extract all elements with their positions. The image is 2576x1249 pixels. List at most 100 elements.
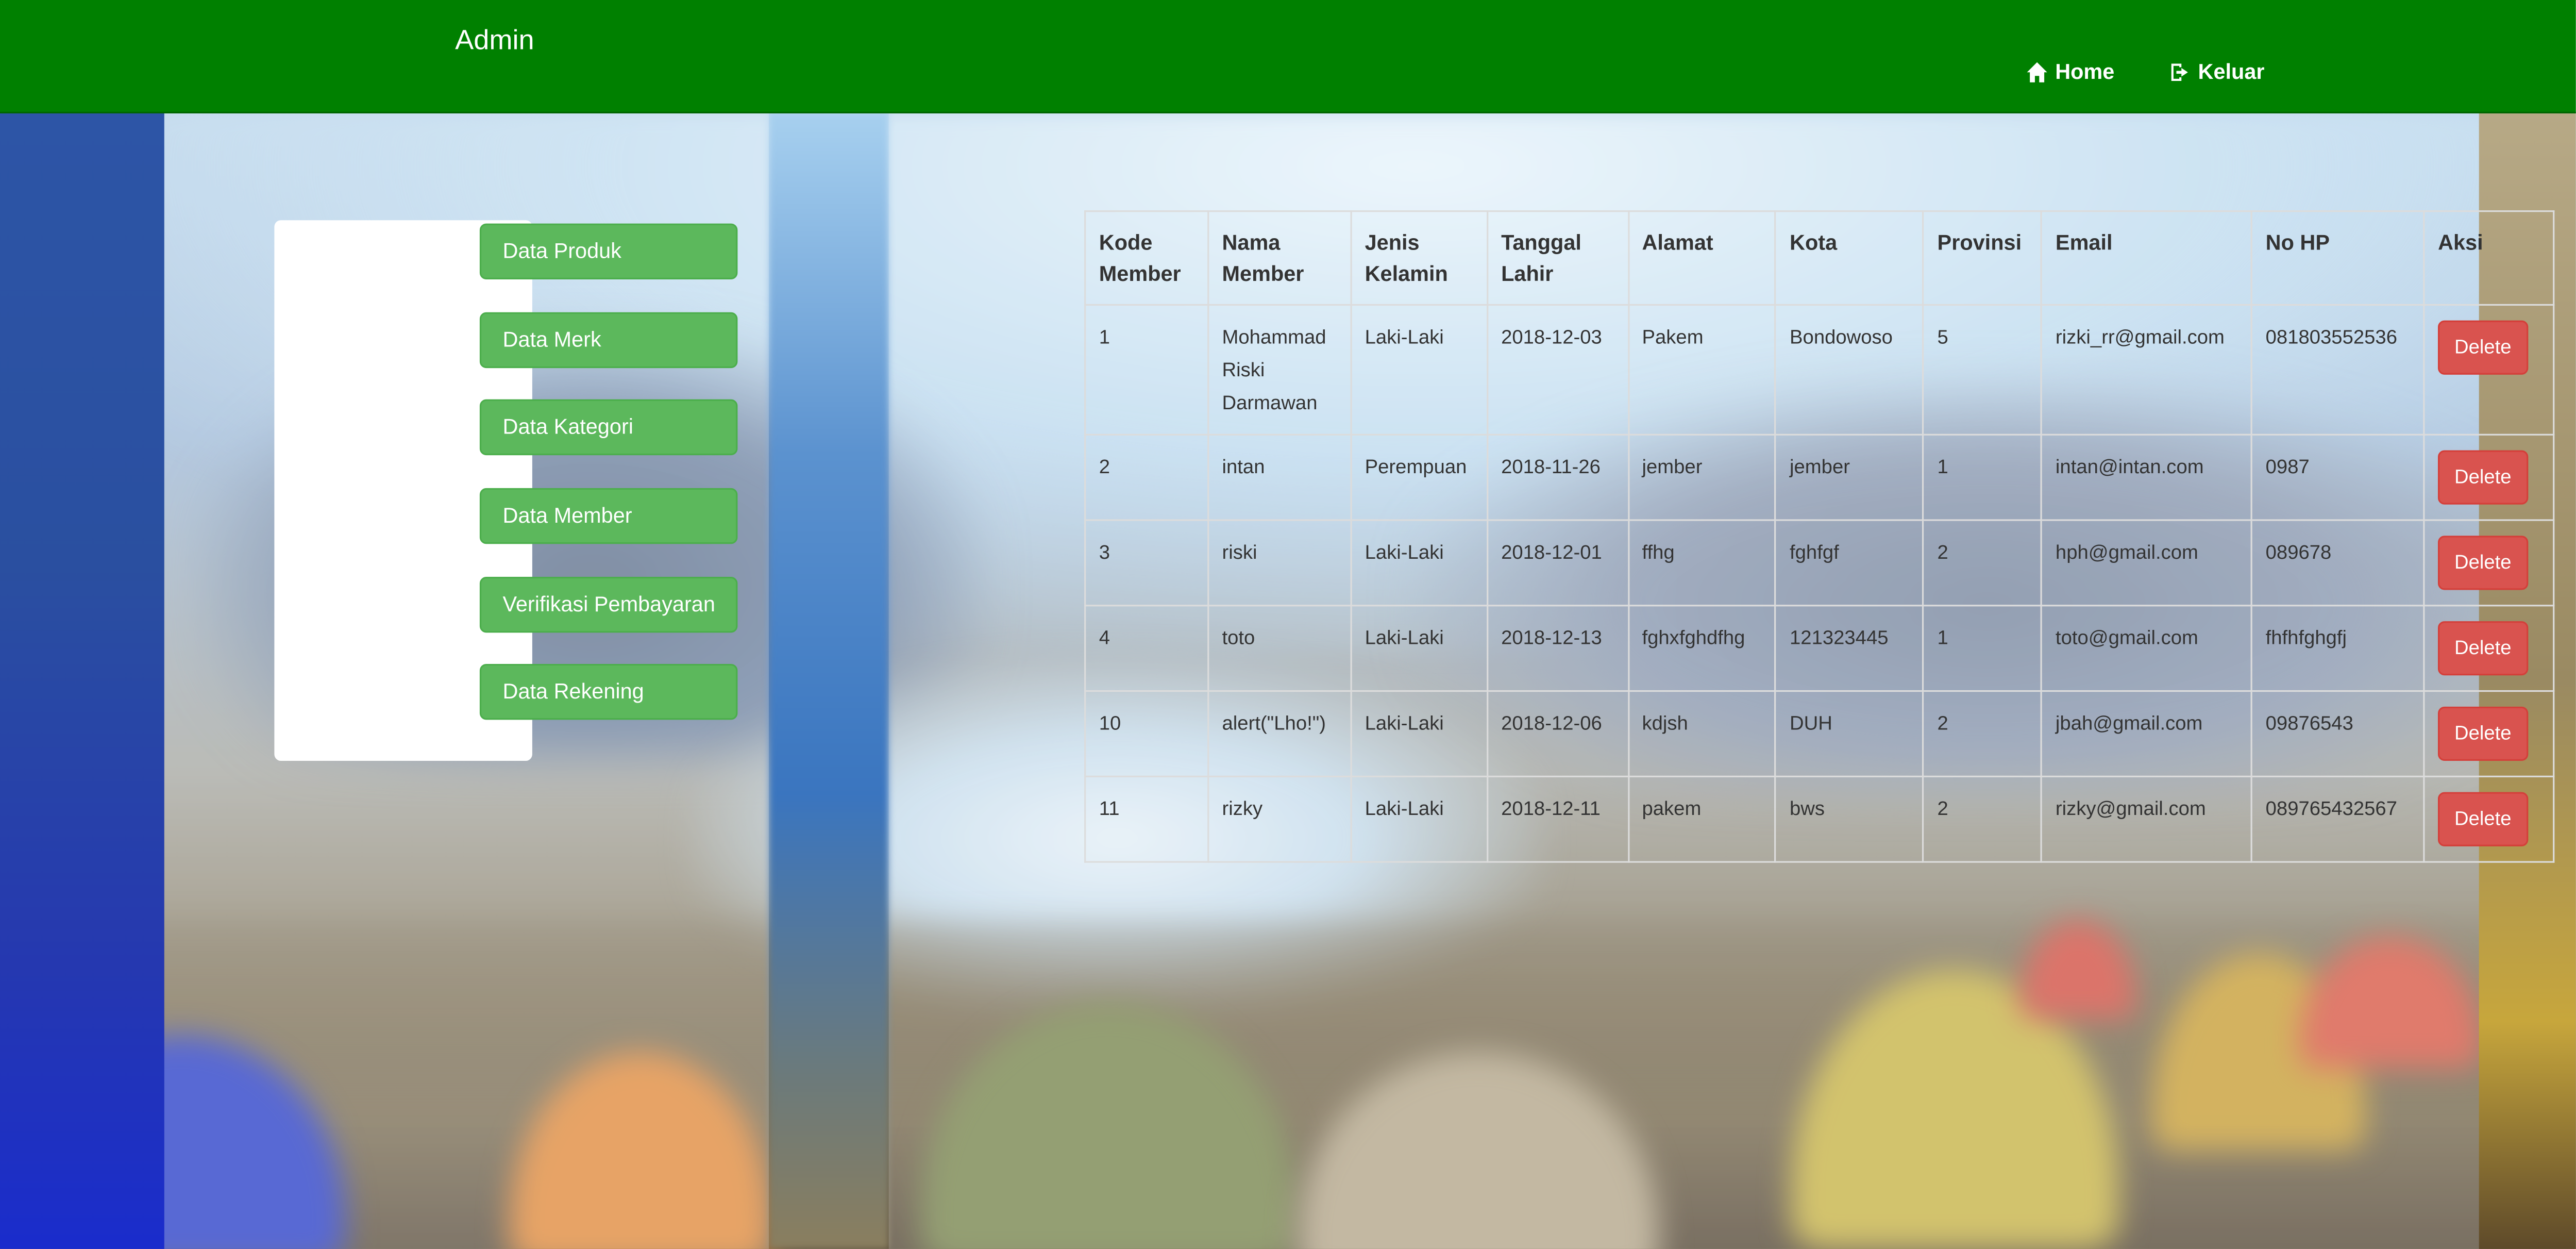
table-row: 2 intan Perempuan 2018-11-26 jember jemb… — [1084, 434, 2555, 521]
delete-button[interactable]: Delete — [2438, 320, 2528, 375]
cell-provinsi: 5 — [1922, 304, 2043, 436]
sidebar-item-data-merk[interactable]: Data Merk — [479, 312, 738, 369]
app-root: Admin Home Keluar Data Produk Data Merk … — [0, 0, 2576, 1249]
column-header: Kode Member — [1084, 210, 1209, 306]
cell-kota: jember — [1775, 434, 1925, 521]
table-header-row: Kode Member Nama Member Jenis Kelamin Ta… — [1084, 210, 2555, 306]
cell-tanggal-lahir: 2018-11-26 — [1486, 434, 1629, 521]
column-header: Email — [2041, 210, 2253, 306]
cell-alamat: fghxfghdfhg — [1627, 605, 1777, 692]
cell-kode: 2 — [1084, 434, 1209, 521]
top-navbar: Admin Home Keluar — [0, 0, 2576, 113]
cell-kode: 3 — [1084, 519, 1209, 607]
delete-button[interactable]: Delete — [2438, 536, 2528, 590]
cell-tanggal-lahir: 2018-12-13 — [1486, 605, 1629, 692]
column-header: No HP — [2250, 210, 2425, 306]
cell-kode: 10 — [1084, 690, 1209, 777]
table-row: 11 rizky Laki-Laki 2018-12-11 pakem bws … — [1084, 775, 2555, 863]
cell-nama: toto — [1207, 605, 1352, 692]
cell-aksi: Delete — [2423, 519, 2555, 607]
sidebar-item-data-rekening[interactable]: Data Rekening — [479, 663, 738, 720]
cell-provinsi: 1 — [1922, 434, 2043, 521]
column-header: Tanggal Lahir — [1486, 210, 1629, 306]
nav-logout-link[interactable]: Keluar — [2168, 59, 2265, 84]
column-header: Alamat — [1627, 210, 1777, 306]
column-header: Kota — [1775, 210, 1925, 306]
sidebar-item-verifikasi-pembayaran[interactable]: Verifikasi Pembayaran — [479, 576, 738, 633]
delete-button[interactable]: Delete — [2438, 621, 2528, 676]
cell-provinsi: 2 — [1922, 690, 2043, 777]
table-row: 4 toto Laki-Laki 2018-12-13 fghxfghdfhg … — [1084, 605, 2555, 692]
background-strip-middle — [768, 111, 889, 1249]
cell-alamat: Pakem — [1627, 304, 1777, 436]
cell-nama: rizky — [1207, 775, 1352, 863]
table-row: 10 alert("Lho!") Laki-Laki 2018-12-06 kd… — [1084, 690, 2555, 777]
cell-no-hp: 0987 — [2250, 434, 2425, 521]
cell-aksi: Delete — [2423, 434, 2555, 521]
nav-home-label: Home — [2055, 59, 2115, 84]
cell-alamat: ffhg — [1627, 519, 1777, 607]
cell-aksi: Delete — [2423, 605, 2555, 692]
table-row: 3 riski Laki-Laki 2018-12-01 ffhg fghfgf… — [1084, 519, 2555, 607]
cell-jenis-kelamin: Perempuan — [1350, 434, 1488, 521]
cell-provinsi: 1 — [1922, 605, 2043, 692]
cell-nama: intan — [1207, 434, 1352, 521]
cell-kode: 1 — [1084, 304, 1209, 436]
cell-provinsi: 2 — [1922, 775, 2043, 863]
cell-nama: riski — [1207, 519, 1352, 607]
cell-alamat: pakem — [1627, 775, 1777, 863]
logout-icon — [2171, 62, 2188, 80]
sidebar-item-data-produk[interactable]: Data Produk — [479, 223, 738, 279]
column-header: Provinsi — [1922, 210, 2043, 306]
column-header: Jenis Kelamin — [1350, 210, 1488, 306]
background-strip-left — [0, 111, 164, 1249]
cell-no-hp: 09876543 — [2250, 690, 2425, 777]
table-row: 1 Mohammad Riski Darmawan Laki-Laki 2018… — [1084, 304, 2555, 436]
cell-jenis-kelamin: Laki-Laki — [1350, 304, 1488, 436]
cell-email: toto@gmail.com — [2041, 605, 2253, 692]
cell-tanggal-lahir: 2018-12-01 — [1486, 519, 1629, 607]
cell-tanggal-lahir: 2018-12-11 — [1486, 775, 1629, 863]
cell-jenis-kelamin: Laki-Laki — [1350, 605, 1488, 692]
cell-kota: fghfgf — [1775, 519, 1925, 607]
cell-kode: 4 — [1084, 605, 1209, 692]
sidebar-item-data-kategori[interactable]: Data Kategori — [479, 399, 738, 456]
column-header: Aksi — [2423, 210, 2555, 306]
cell-no-hp: 089678 — [2250, 519, 2425, 607]
cell-kota: DUH — [1775, 690, 1925, 777]
cell-kota: Bondowoso — [1775, 304, 1925, 436]
home-icon — [2027, 61, 2047, 82]
cell-aksi: Delete — [2423, 775, 2555, 863]
cell-email: jbah@gmail.com — [2041, 690, 2253, 777]
cell-alamat: jember — [1627, 434, 1777, 521]
cell-email: rizki_rr@gmail.com — [2041, 304, 2253, 436]
delete-button[interactable]: Delete — [2438, 792, 2528, 846]
cell-jenis-kelamin: Laki-Laki — [1350, 690, 1488, 777]
member-table: Kode Member Nama Member Jenis Kelamin Ta… — [1084, 210, 2555, 863]
column-header: Nama Member — [1207, 210, 1352, 306]
cell-no-hp: 089765432567 — [2250, 775, 2425, 863]
delete-button[interactable]: Delete — [2438, 706, 2528, 761]
cell-kode: 11 — [1084, 775, 1209, 863]
cell-nama: alert("Lho!") — [1207, 690, 1352, 777]
cell-jenis-kelamin: Laki-Laki — [1350, 519, 1488, 607]
cell-alamat: kdjsh — [1627, 690, 1777, 777]
cell-no-hp: fhfhfghgfj — [2250, 605, 2425, 692]
cell-email: intan@intan.com — [2041, 434, 2253, 521]
cell-no-hp: 081803552536 — [2250, 304, 2425, 436]
cell-provinsi: 2 — [1922, 519, 2043, 607]
brand-title[interactable]: Admin — [455, 25, 534, 58]
cell-email: rizky@gmail.com — [2041, 775, 2253, 863]
delete-button[interactable]: Delete — [2438, 450, 2528, 505]
cell-email: hph@gmail.com — [2041, 519, 2253, 607]
cell-tanggal-lahir: 2018-12-03 — [1486, 304, 1629, 436]
cell-nama: Mohammad Riski Darmawan — [1207, 304, 1352, 436]
cell-kota: bws — [1775, 775, 1925, 863]
nav-logout-label: Keluar — [2198, 59, 2265, 84]
nav-home-link[interactable]: Home — [2026, 59, 2115, 84]
cell-jenis-kelamin: Laki-Laki — [1350, 775, 1488, 863]
cell-aksi: Delete — [2423, 690, 2555, 777]
cell-tanggal-lahir: 2018-12-06 — [1486, 690, 1629, 777]
sidebar-item-data-member[interactable]: Data Member — [479, 488, 738, 544]
cell-aksi: Delete — [2423, 304, 2555, 436]
